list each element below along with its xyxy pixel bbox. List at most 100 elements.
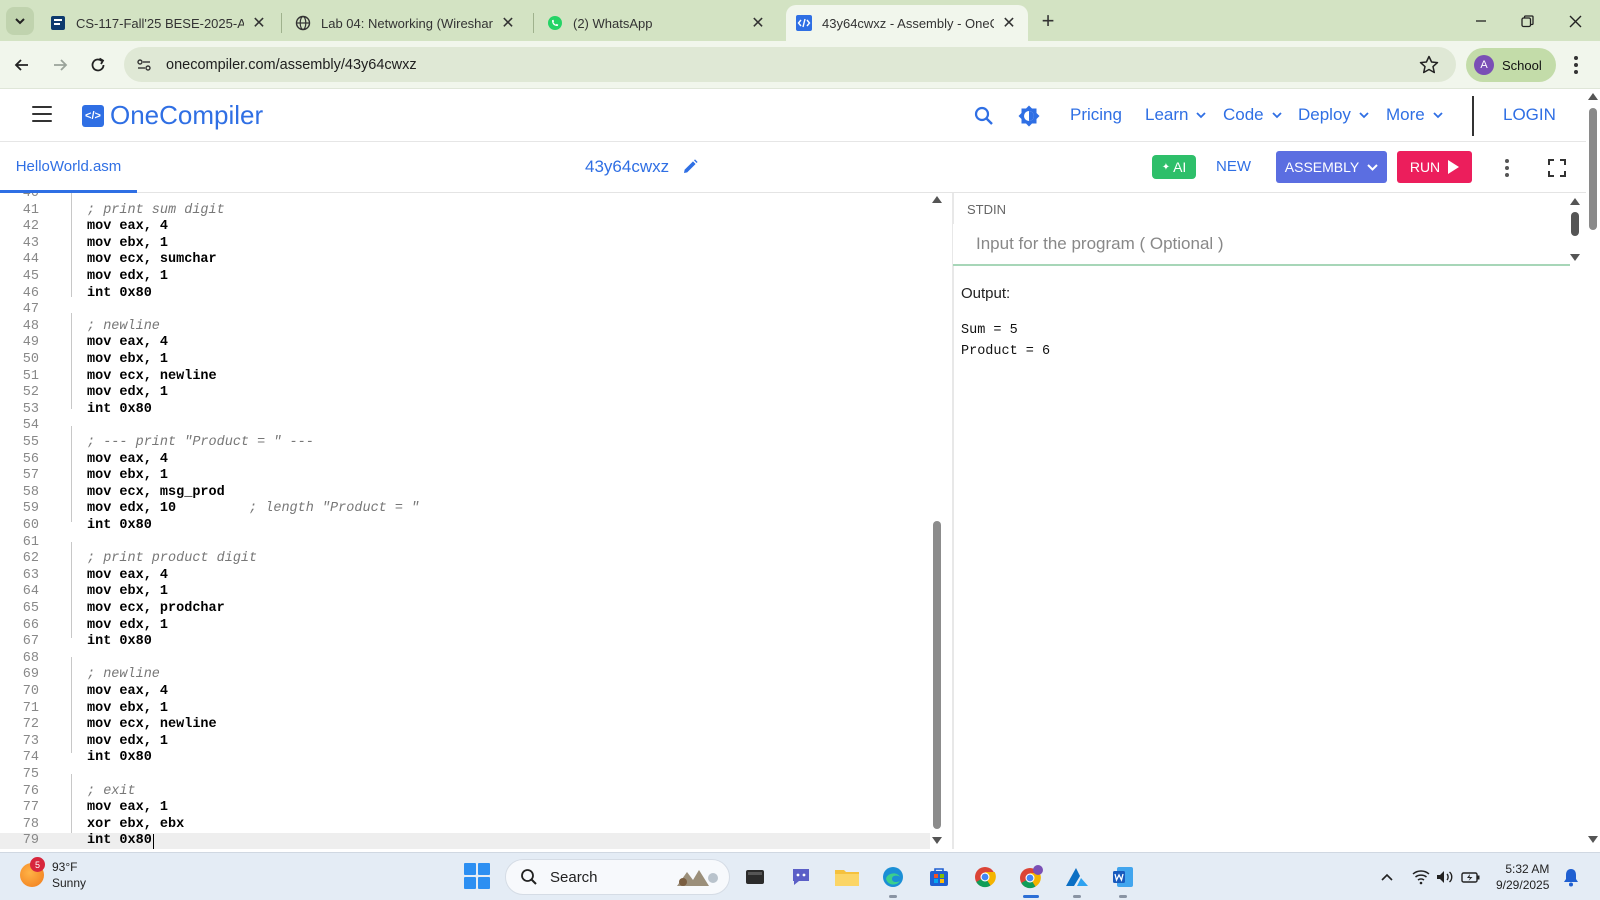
code-line[interactable]: 70 mov eax, 4 <box>0 684 930 701</box>
volume-control[interactable] <box>1435 866 1457 888</box>
close-window-button[interactable] <box>1552 6 1598 36</box>
nav-more[interactable]: More <box>1386 105 1443 125</box>
code-line[interactable]: 68 <box>0 651 930 668</box>
battery-status[interactable] <box>1460 866 1482 888</box>
bookmark-star-icon[interactable] <box>1418 54 1440 76</box>
scrollbar-thumb[interactable] <box>933 521 941 829</box>
taskbar-app-teams[interactable] <box>786 862 816 892</box>
scrollbar-thumb[interactable] <box>1589 108 1597 230</box>
taskbar-clock[interactable]: 5:32 AM 9/29/2025 <box>1496 861 1549 893</box>
taskbar-app-edge[interactable] <box>878 862 908 898</box>
notification-bell-icon[interactable] <box>1562 867 1580 887</box>
code-line[interactable]: 56 mov eax, 4 <box>0 452 930 469</box>
code-line[interactable]: 61 <box>0 535 930 552</box>
minimize-button[interactable] <box>1458 6 1504 36</box>
code-editor[interactable]: 40 41 ; print sum digit 42 mov eax, 4 43 mov e… <box>0 193 953 849</box>
code-line[interactable]: 40 <box>0 193 930 203</box>
profile-button[interactable]: A School <box>1466 48 1556 82</box>
nav-pricing[interactable]: Pricing <box>1070 105 1122 125</box>
code-line[interactable]: 78 xor ebx, ebx <box>0 817 930 834</box>
language-select-button[interactable]: ASSEMBLY <box>1276 151 1387 183</box>
close-icon[interactable]: ✕ <box>749 14 767 32</box>
code-line[interactable]: 47 <box>0 302 930 319</box>
code-line[interactable]: 57 mov ebx, 1 <box>0 468 930 485</box>
scroll-down-icon[interactable] <box>1570 254 1580 261</box>
page-scrollbar[interactable] <box>1586 90 1600 849</box>
reload-button[interactable] <box>84 51 112 79</box>
taskbar-app-azure[interactable] <box>1062 862 1092 898</box>
browser-menu-button[interactable] <box>1566 53 1586 77</box>
code-line[interactable]: 74 int 0x80 <box>0 750 930 767</box>
windows-start-button[interactable] <box>464 863 490 889</box>
code-line[interactable]: 67 int 0x80 <box>0 634 930 651</box>
browser-tab-onecompiler[interactable]: 43y64cwxz - Assembly - OneCo ✕ <box>786 5 1028 41</box>
code-line[interactable]: 76 ; exit <box>0 784 930 801</box>
code-line[interactable]: 79 int 0x80 <box>0 833 930 849</box>
code-line[interactable]: 66 mov edx, 1 <box>0 618 930 635</box>
code-line[interactable]: 41 ; print sum digit <box>0 203 930 220</box>
back-button[interactable] <box>8 51 36 79</box>
code-line[interactable]: 64 mov ebx, 1 <box>0 584 930 601</box>
nav-code[interactable]: Code <box>1223 105 1282 125</box>
restore-button[interactable] <box>1504 6 1550 36</box>
code-line[interactable]: 53 int 0x80 <box>0 402 930 419</box>
taskbar-search[interactable]: Search <box>505 859 730 895</box>
taskbar-app-word[interactable] <box>1108 862 1138 898</box>
taskbar-app-chrome-profile[interactable] <box>1016 862 1046 898</box>
show-hidden-icons-button[interactable] <box>1376 866 1398 888</box>
new-button[interactable]: NEW <box>1216 158 1251 175</box>
search-icon[interactable] <box>972 104 996 128</box>
pencil-icon[interactable] <box>681 158 699 176</box>
code-line[interactable]: 51 mov ecx, newline <box>0 369 930 386</box>
hamburger-menu-icon[interactable] <box>32 106 52 122</box>
browser-tab-whatsapp[interactable]: (2) WhatsApp ✕ <box>537 5 777 41</box>
tab-search-button[interactable] <box>6 7 34 35</box>
code-line[interactable]: 55 ; --- print "Product = " --- <box>0 435 930 452</box>
code-line[interactable]: 69 ; newline <box>0 667 930 684</box>
taskbar-app-file-explorer[interactable] <box>832 862 862 892</box>
scroll-up-icon[interactable] <box>932 196 942 203</box>
ai-button[interactable]: ✦ AI <box>1152 155 1196 179</box>
taskbar-app-terminal[interactable] <box>740 862 770 892</box>
nav-deploy[interactable]: Deploy <box>1298 105 1369 125</box>
login-button[interactable]: LOGIN <box>1503 105 1556 125</box>
theme-toggle-icon[interactable] <box>1017 104 1041 128</box>
code-line[interactable]: 59 mov edx, 10 ; length "Product = " <box>0 501 930 518</box>
close-icon[interactable]: ✕ <box>250 14 268 32</box>
stdin-scrollbar[interactable] <box>1568 196 1582 266</box>
scroll-down-icon[interactable] <box>932 837 942 844</box>
scrollbar-thumb[interactable] <box>1571 212 1579 236</box>
code-line[interactable]: 43 mov ebx, 1 <box>0 236 930 253</box>
network-status[interactable] <box>1410 866 1432 888</box>
code-line[interactable]: 44 mov ecx, sumchar <box>0 252 930 269</box>
close-icon[interactable]: ✕ <box>1000 14 1018 32</box>
code-line[interactable]: 52 mov edx, 1 <box>0 385 930 402</box>
onecompiler-logo[interactable]: </> OneCompiler <box>82 100 263 131</box>
code-line[interactable]: 77 mov eax, 1 <box>0 800 930 817</box>
file-tab-helloworld[interactable]: HelloWorld.asm <box>0 143 137 193</box>
code-line[interactable]: 45 mov edx, 1 <box>0 269 930 286</box>
code-line[interactable]: 75 <box>0 767 930 784</box>
code-line[interactable]: 46 int 0x80 <box>0 286 930 303</box>
scroll-up-icon[interactable] <box>1588 93 1598 100</box>
site-settings-icon[interactable] <box>134 55 154 75</box>
code-line[interactable]: 62 ; print product digit <box>0 551 930 568</box>
scroll-up-icon[interactable] <box>1570 198 1580 205</box>
code-line[interactable]: 60 int 0x80 <box>0 518 930 535</box>
fullscreen-icon[interactable] <box>1547 158 1567 178</box>
code-title[interactable]: 43y64cwxz <box>585 157 699 177</box>
code-line[interactable]: 48 ; newline <box>0 319 930 336</box>
code-line[interactable]: 49 mov eax, 4 <box>0 335 930 352</box>
address-bar[interactable]: onecompiler.com/assembly/43y64cwxz <box>124 47 1456 82</box>
code-line[interactable]: 73 mov edx, 1 <box>0 734 930 751</box>
nav-learn[interactable]: Learn <box>1145 105 1207 125</box>
run-button[interactable]: RUN <box>1397 151 1472 183</box>
browser-tab-lab[interactable]: Lab 04: Networking (Wireshark) ✕ <box>285 5 527 41</box>
pane-divider[interactable] <box>952 193 954 849</box>
code-line[interactable]: 71 mov ebx, 1 <box>0 701 930 718</box>
taskbar-app-store[interactable] <box>924 862 954 892</box>
code-line[interactable]: 54 <box>0 418 930 435</box>
taskbar-app-chrome[interactable] <box>970 862 1000 892</box>
new-tab-button[interactable]: + <box>1036 8 1060 33</box>
close-icon[interactable]: ✕ <box>499 14 517 32</box>
